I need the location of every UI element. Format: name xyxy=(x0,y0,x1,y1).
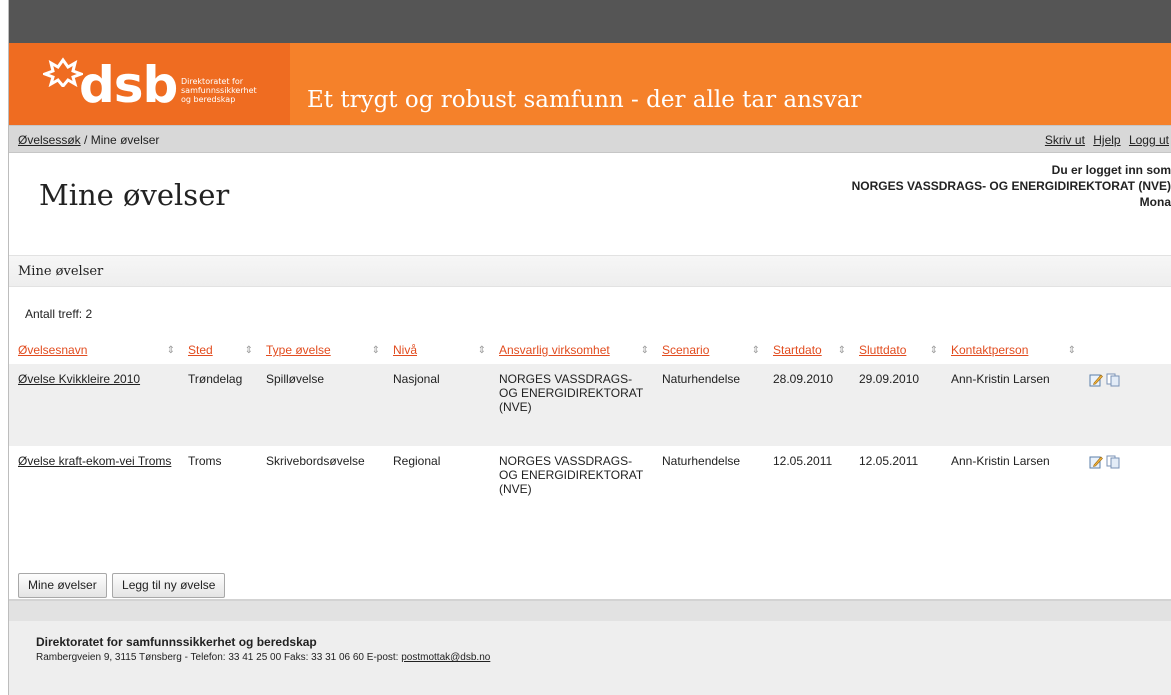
footer-address-text: Rambergveien 9, 3115 Tønsberg - Telefon:… xyxy=(36,652,402,663)
sort-link-startdato[interactable]: Startdato xyxy=(773,343,822,357)
sort-link-sted[interactable]: Sted xyxy=(188,343,213,357)
sort-link-sluttdato[interactable]: Sluttdato xyxy=(859,343,906,357)
sort-icon[interactable]: ⇕ xyxy=(167,345,175,356)
cell-place: Trøndelag xyxy=(179,364,257,446)
sort-icon[interactable]: ⇕ xyxy=(641,345,649,356)
cell-contact: Ann-Kristin Larsen xyxy=(942,364,1080,446)
column-header[interactable]: Sted ⇕ xyxy=(179,336,257,364)
sort-icon[interactable]: ⇕ xyxy=(1068,345,1076,356)
sort-link-type[interactable]: Type øvelse xyxy=(266,343,331,357)
exercise-link[interactable]: Øvelse kraft-ekom-vei Troms xyxy=(18,454,171,468)
cell-type: Spilløvelse xyxy=(257,364,384,446)
table-row: Øvelse Kvikkleire 2010 Trøndelag Spilløv… xyxy=(9,364,1171,446)
column-header[interactable]: Startdato ⇕ xyxy=(764,336,850,364)
column-header[interactable]: Nivå ⇕ xyxy=(384,336,490,364)
sort-icon[interactable]: ⇕ xyxy=(478,345,486,356)
copy-icon[interactable] xyxy=(1106,455,1120,469)
utility-links: Skriv ut Hjelp Logg ut xyxy=(1040,133,1169,147)
copy-icon[interactable] xyxy=(1106,373,1120,387)
login-organization: NORGES VASSDRAGS- OG ENERGIDIREKTORAT (N… xyxy=(851,179,1171,193)
cell-organization: NORGES VASSDRAGS- OG ENERGIDIREKTORAT (N… xyxy=(490,446,653,528)
logo-wordmark: dsb xyxy=(79,56,178,114)
cell-scenario: Naturhendelse xyxy=(653,364,764,446)
column-header[interactable]: Scenario ⇕ xyxy=(653,336,764,364)
breadcrumb-separator: / xyxy=(84,133,88,147)
column-header[interactable]: Øvelsesnavn ⇕ xyxy=(9,336,179,364)
sort-link-ovelsesnavn[interactable]: Øvelsesnavn xyxy=(18,343,87,357)
exercises-table: Øvelsesnavn ⇕ Sted ⇕ Type øvelse ⇕ Nivå ⇕ An… xyxy=(9,336,1171,528)
column-header[interactable]: Kontaktperson ⇕ xyxy=(942,336,1080,364)
table-header-row: Øvelsesnavn ⇕ Sted ⇕ Type øvelse ⇕ Nivå ⇕ An… xyxy=(9,336,1171,364)
logo-subtitle-line: og beredskap xyxy=(181,95,236,104)
dsb-emblem-icon xyxy=(43,57,83,87)
sort-link-niva[interactable]: Nivå xyxy=(393,343,417,357)
dsb-logo[interactable]: dsb Direktoratet for samfunnssikkerhet o… xyxy=(9,43,290,125)
cell-level: Regional xyxy=(384,446,490,528)
sort-icon[interactable]: ⇕ xyxy=(838,345,846,356)
logout-link[interactable]: Logg ut xyxy=(1129,133,1169,147)
exercise-link[interactable]: Øvelse Kvikkleire 2010 xyxy=(18,372,140,386)
cell-name: Øvelse Kvikkleire 2010 xyxy=(9,364,179,446)
footer: Direktoratet for samfunnssikkerhet og be… xyxy=(9,599,1171,695)
cell-contact: Ann-Kristin Larsen xyxy=(942,446,1080,528)
breadcrumb-link-ovelsessok[interactable]: Øvelsessøk xyxy=(18,133,81,147)
login-line: Du er logget inn som xyxy=(1051,163,1171,177)
column-header[interactable]: Type øvelse ⇕ xyxy=(257,336,384,364)
print-link[interactable]: Skriv ut xyxy=(1045,133,1085,147)
edit-icon[interactable] xyxy=(1089,455,1103,469)
column-header[interactable]: Ansvarlig virksomhet ⇕ xyxy=(490,336,653,364)
login-user: Mona xyxy=(1139,195,1171,209)
action-buttons: Mine øvelser Legg til ny øvelse xyxy=(18,573,227,598)
breadcrumb-bar: Øvelsessøk / Mine øvelser Skriv ut Hjelp… xyxy=(9,125,1171,153)
cell-actions xyxy=(1080,364,1171,446)
column-header[interactable]: Sluttdato ⇕ xyxy=(850,336,942,364)
footer-address: Rambergveien 9, 3115 Tønsberg - Telefon:… xyxy=(36,652,490,663)
column-header-actions xyxy=(1080,336,1171,364)
cell-start-date: 28.09.2010 xyxy=(764,364,850,446)
logo-subtitle-line: samfunnssikkerhet xyxy=(181,86,257,95)
my-exercises-button[interactable]: Mine øvelser xyxy=(18,573,107,598)
sort-icon[interactable]: ⇕ xyxy=(245,345,253,356)
cell-start-date: 12.05.2011 xyxy=(764,446,850,528)
breadcrumb: Øvelsessøk / Mine øvelser xyxy=(18,133,159,147)
footer-title: Direktoratet for samfunnssikkerhet og be… xyxy=(36,635,317,649)
top-strip xyxy=(9,0,1171,43)
footer-divider xyxy=(9,601,1171,621)
sort-link-kontaktperson[interactable]: Kontaktperson xyxy=(951,343,1028,357)
slogan: Et trygt og robust samfunn - der alle ta… xyxy=(307,87,862,113)
footer-email-link[interactable]: postmottak@dsb.no xyxy=(401,652,490,663)
section-title: Mine øvelser xyxy=(18,264,104,279)
section-header: Mine øvelser xyxy=(9,255,1171,287)
login-info: Du er logget inn som NORGES VASSDRAGS- O… xyxy=(852,162,1171,210)
cell-place: Troms xyxy=(179,446,257,528)
cell-end-date: 29.09.2010 xyxy=(850,364,942,446)
sort-link-ansvarlig[interactable]: Ansvarlig virksomhet xyxy=(499,343,610,357)
table-row: Øvelse kraft-ekom-vei Troms Troms Skrive… xyxy=(9,446,1171,528)
cell-actions xyxy=(1080,446,1171,528)
sort-icon[interactable]: ⇕ xyxy=(752,345,760,356)
add-exercise-button[interactable]: Legg til ny øvelse xyxy=(112,573,226,598)
cell-end-date: 12.05.2011 xyxy=(850,446,942,528)
cell-type: Skrivebordsøvelse xyxy=(257,446,384,528)
cell-scenario: Naturhendelse xyxy=(653,446,764,528)
breadcrumb-current: Mine øvelser xyxy=(90,133,160,147)
cell-level: Nasjonal xyxy=(384,364,490,446)
edit-icon[interactable] xyxy=(1089,373,1103,387)
page-title: Mine øvelser xyxy=(39,178,230,212)
header-banner: dsb Direktoratet for samfunnssikkerhet o… xyxy=(9,43,1171,125)
page-frame: dsb Direktoratet for samfunnssikkerhet o… xyxy=(8,0,1171,695)
cell-organization: NORGES VASSDRAGS- OG ENERGIDIREKTORAT (N… xyxy=(490,364,653,446)
logo-subtitle: Direktoratet for samfunnssikkerhet og be… xyxy=(181,77,257,104)
logo-subtitle-line: Direktoratet for xyxy=(181,77,244,86)
sort-link-scenario[interactable]: Scenario xyxy=(662,343,709,357)
help-link[interactable]: Hjelp xyxy=(1093,133,1120,147)
sort-icon[interactable]: ⇕ xyxy=(372,345,380,356)
result-count: Antall treff: 2 xyxy=(25,307,93,321)
cell-name: Øvelse kraft-ekom-vei Troms xyxy=(9,446,179,528)
sort-icon[interactable]: ⇕ xyxy=(930,345,938,356)
